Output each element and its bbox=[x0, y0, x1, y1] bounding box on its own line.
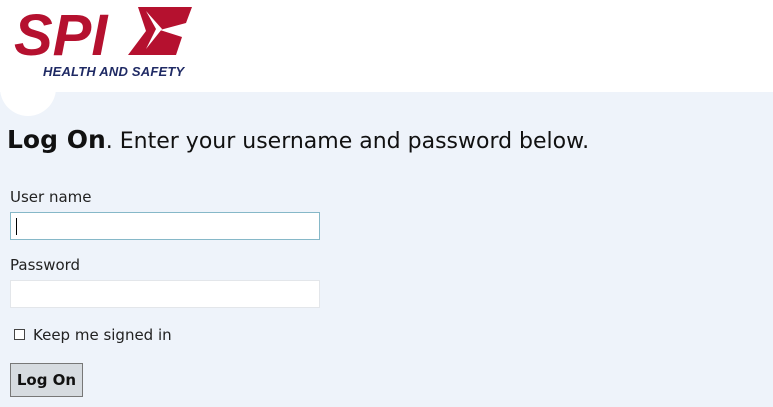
text-caret bbox=[16, 218, 17, 235]
logo-tagline: HEALTH AND SAFETY bbox=[43, 64, 185, 79]
logo-letters: SPI bbox=[14, 3, 109, 63]
keep-signed-in-label[interactable]: Keep me signed in bbox=[33, 326, 172, 344]
username-label: User name bbox=[10, 188, 92, 206]
password-label: Password bbox=[10, 256, 81, 274]
page-title-strong: Log On bbox=[7, 125, 106, 154]
log-on-button[interactable]: Log On bbox=[10, 363, 83, 397]
spi-logo: SPI HEALTH AND SAFETY bbox=[10, 3, 196, 83]
keep-signed-in-checkbox[interactable] bbox=[14, 329, 25, 340]
username-input[interactable] bbox=[10, 212, 320, 240]
page-title-rest: . Enter your username and password below… bbox=[105, 129, 590, 154]
password-input[interactable] bbox=[10, 280, 320, 308]
spi-logo-mark: SPI bbox=[14, 3, 192, 63]
header-notch bbox=[0, 80, 56, 116]
page-title: Log On. Enter your username and password… bbox=[7, 125, 589, 154]
